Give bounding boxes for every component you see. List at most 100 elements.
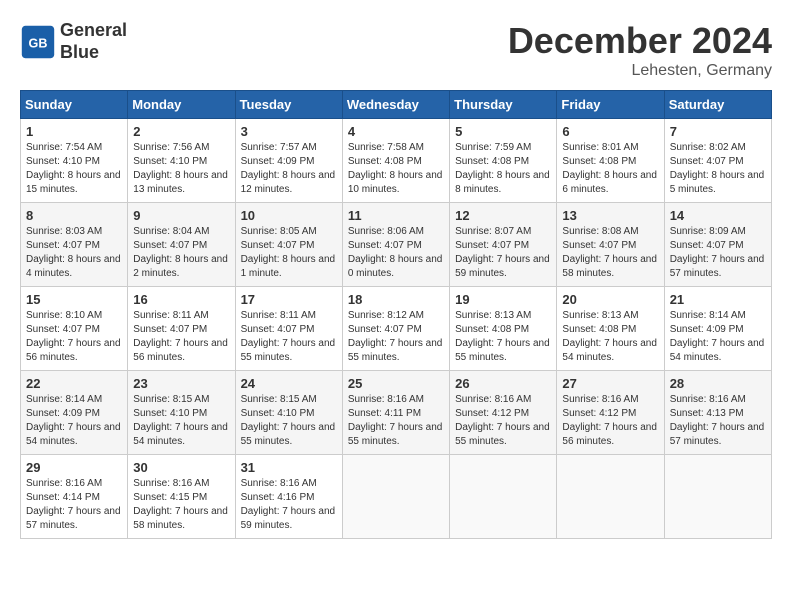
calendar-cell: 24 Sunrise: 8:15 AM Sunset: 4:10 PM Dayl… [235, 371, 342, 455]
logo-line1: General [60, 20, 127, 40]
calendar-cell: 18 Sunrise: 8:12 AM Sunset: 4:07 PM Dayl… [342, 287, 449, 371]
calendar-cell: 4 Sunrise: 7:58 AM Sunset: 4:08 PM Dayli… [342, 119, 449, 203]
day-info: Sunrise: 7:59 AM Sunset: 4:08 PM Dayligh… [455, 141, 551, 197]
day-number: 13 [562, 208, 658, 223]
calendar-cell: 23 Sunrise: 8:15 AM Sunset: 4:10 PM Dayl… [128, 371, 235, 455]
day-number: 28 [670, 376, 766, 391]
calendar-cell: 15 Sunrise: 8:10 AM Sunset: 4:07 PM Dayl… [21, 287, 128, 371]
day-number: 12 [455, 208, 551, 223]
month-title: December 2024 [508, 20, 772, 62]
calendar-week-row: 1 Sunrise: 7:54 AM Sunset: 4:10 PM Dayli… [21, 119, 772, 203]
day-info: Sunrise: 8:16 AM Sunset: 4:11 PM Dayligh… [348, 393, 444, 449]
calendar-cell [557, 455, 664, 539]
day-info: Sunrise: 8:11 AM Sunset: 4:07 PM Dayligh… [133, 309, 229, 365]
title-block: December 2024 Lehesten, Germany [508, 20, 772, 80]
location-subtitle: Lehesten, Germany [508, 62, 772, 80]
day-info: Sunrise: 8:14 AM Sunset: 4:09 PM Dayligh… [670, 309, 766, 365]
logo-line2: Blue [60, 42, 99, 62]
day-info: Sunrise: 8:15 AM Sunset: 4:10 PM Dayligh… [133, 393, 229, 449]
calendar-cell: 31 Sunrise: 8:16 AM Sunset: 4:16 PM Dayl… [235, 455, 342, 539]
day-info: Sunrise: 8:16 AM Sunset: 4:16 PM Dayligh… [241, 477, 337, 533]
day-number: 25 [348, 376, 444, 391]
day-number: 23 [133, 376, 229, 391]
calendar-header-saturday: Saturday [664, 91, 771, 119]
day-number: 8 [26, 208, 122, 223]
day-info: Sunrise: 8:07 AM Sunset: 4:07 PM Dayligh… [455, 225, 551, 281]
day-number: 24 [241, 376, 337, 391]
calendar-cell: 30 Sunrise: 8:16 AM Sunset: 4:15 PM Dayl… [128, 455, 235, 539]
day-number: 29 [26, 460, 122, 475]
calendar-cell: 1 Sunrise: 7:54 AM Sunset: 4:10 PM Dayli… [21, 119, 128, 203]
calendar-week-row: 15 Sunrise: 8:10 AM Sunset: 4:07 PM Dayl… [21, 287, 772, 371]
day-number: 31 [241, 460, 337, 475]
calendar-cell: 21 Sunrise: 8:14 AM Sunset: 4:09 PM Dayl… [664, 287, 771, 371]
calendar-cell: 17 Sunrise: 8:11 AM Sunset: 4:07 PM Dayl… [235, 287, 342, 371]
calendar-cell: 12 Sunrise: 8:07 AM Sunset: 4:07 PM Dayl… [450, 203, 557, 287]
day-number: 14 [670, 208, 766, 223]
calendar-week-row: 29 Sunrise: 8:16 AM Sunset: 4:14 PM Dayl… [21, 455, 772, 539]
calendar-cell: 26 Sunrise: 8:16 AM Sunset: 4:12 PM Dayl… [450, 371, 557, 455]
day-number: 21 [670, 292, 766, 307]
day-info: Sunrise: 8:12 AM Sunset: 4:07 PM Dayligh… [348, 309, 444, 365]
calendar-header-thursday: Thursday [450, 91, 557, 119]
day-number: 6 [562, 124, 658, 139]
calendar-header-friday: Friday [557, 91, 664, 119]
day-number: 11 [348, 208, 444, 223]
day-info: Sunrise: 8:03 AM Sunset: 4:07 PM Dayligh… [26, 225, 122, 281]
calendar-cell: 2 Sunrise: 7:56 AM Sunset: 4:10 PM Dayli… [128, 119, 235, 203]
day-info: Sunrise: 7:57 AM Sunset: 4:09 PM Dayligh… [241, 141, 337, 197]
calendar-cell: 14 Sunrise: 8:09 AM Sunset: 4:07 PM Dayl… [664, 203, 771, 287]
calendar-week-row: 8 Sunrise: 8:03 AM Sunset: 4:07 PM Dayli… [21, 203, 772, 287]
calendar-header-tuesday: Tuesday [235, 91, 342, 119]
logo-icon: GB [20, 24, 56, 60]
calendar-cell: 5 Sunrise: 7:59 AM Sunset: 4:08 PM Dayli… [450, 119, 557, 203]
calendar-header-row: SundayMondayTuesdayWednesdayThursdayFrid… [21, 91, 772, 119]
calendar-cell: 19 Sunrise: 8:13 AM Sunset: 4:08 PM Dayl… [450, 287, 557, 371]
calendar-cell [664, 455, 771, 539]
day-info: Sunrise: 8:16 AM Sunset: 4:15 PM Dayligh… [133, 477, 229, 533]
day-info: Sunrise: 8:09 AM Sunset: 4:07 PM Dayligh… [670, 225, 766, 281]
day-info: Sunrise: 8:08 AM Sunset: 4:07 PM Dayligh… [562, 225, 658, 281]
day-info: Sunrise: 8:13 AM Sunset: 4:08 PM Dayligh… [455, 309, 551, 365]
day-info: Sunrise: 8:05 AM Sunset: 4:07 PM Dayligh… [241, 225, 337, 281]
calendar-cell: 3 Sunrise: 7:57 AM Sunset: 4:09 PM Dayli… [235, 119, 342, 203]
calendar-cell: 25 Sunrise: 8:16 AM Sunset: 4:11 PM Dayl… [342, 371, 449, 455]
logo: GB General Blue [20, 20, 127, 63]
day-info: Sunrise: 8:16 AM Sunset: 4:14 PM Dayligh… [26, 477, 122, 533]
calendar-cell: 27 Sunrise: 8:16 AM Sunset: 4:12 PM Dayl… [557, 371, 664, 455]
calendar-header-monday: Monday [128, 91, 235, 119]
day-number: 7 [670, 124, 766, 139]
day-number: 16 [133, 292, 229, 307]
calendar-cell: 28 Sunrise: 8:16 AM Sunset: 4:13 PM Dayl… [664, 371, 771, 455]
calendar-cell [342, 455, 449, 539]
day-info: Sunrise: 8:11 AM Sunset: 4:07 PM Dayligh… [241, 309, 337, 365]
day-info: Sunrise: 8:06 AM Sunset: 4:07 PM Dayligh… [348, 225, 444, 281]
day-number: 15 [26, 292, 122, 307]
day-info: Sunrise: 8:13 AM Sunset: 4:08 PM Dayligh… [562, 309, 658, 365]
calendar-cell: 7 Sunrise: 8:02 AM Sunset: 4:07 PM Dayli… [664, 119, 771, 203]
day-number: 26 [455, 376, 551, 391]
day-number: 4 [348, 124, 444, 139]
day-info: Sunrise: 8:16 AM Sunset: 4:12 PM Dayligh… [455, 393, 551, 449]
day-number: 1 [26, 124, 122, 139]
calendar-cell: 20 Sunrise: 8:13 AM Sunset: 4:08 PM Dayl… [557, 287, 664, 371]
day-info: Sunrise: 8:10 AM Sunset: 4:07 PM Dayligh… [26, 309, 122, 365]
day-number: 3 [241, 124, 337, 139]
day-info: Sunrise: 8:16 AM Sunset: 4:13 PM Dayligh… [670, 393, 766, 449]
calendar-table: SundayMondayTuesdayWednesdayThursdayFrid… [20, 90, 772, 539]
day-number: 18 [348, 292, 444, 307]
day-number: 5 [455, 124, 551, 139]
day-info: Sunrise: 7:54 AM Sunset: 4:10 PM Dayligh… [26, 141, 122, 197]
day-info: Sunrise: 7:56 AM Sunset: 4:10 PM Dayligh… [133, 141, 229, 197]
page-header: GB General Blue December 2024 Lehesten, … [20, 20, 772, 80]
calendar-cell [450, 455, 557, 539]
calendar-cell: 22 Sunrise: 8:14 AM Sunset: 4:09 PM Dayl… [21, 371, 128, 455]
calendar-cell: 13 Sunrise: 8:08 AM Sunset: 4:07 PM Dayl… [557, 203, 664, 287]
day-info: Sunrise: 8:04 AM Sunset: 4:07 PM Dayligh… [133, 225, 229, 281]
day-number: 27 [562, 376, 658, 391]
calendar-cell: 8 Sunrise: 8:03 AM Sunset: 4:07 PM Dayli… [21, 203, 128, 287]
calendar-cell: 9 Sunrise: 8:04 AM Sunset: 4:07 PM Dayli… [128, 203, 235, 287]
day-number: 9 [133, 208, 229, 223]
logo-text: General Blue [60, 20, 127, 63]
day-info: Sunrise: 7:58 AM Sunset: 4:08 PM Dayligh… [348, 141, 444, 197]
